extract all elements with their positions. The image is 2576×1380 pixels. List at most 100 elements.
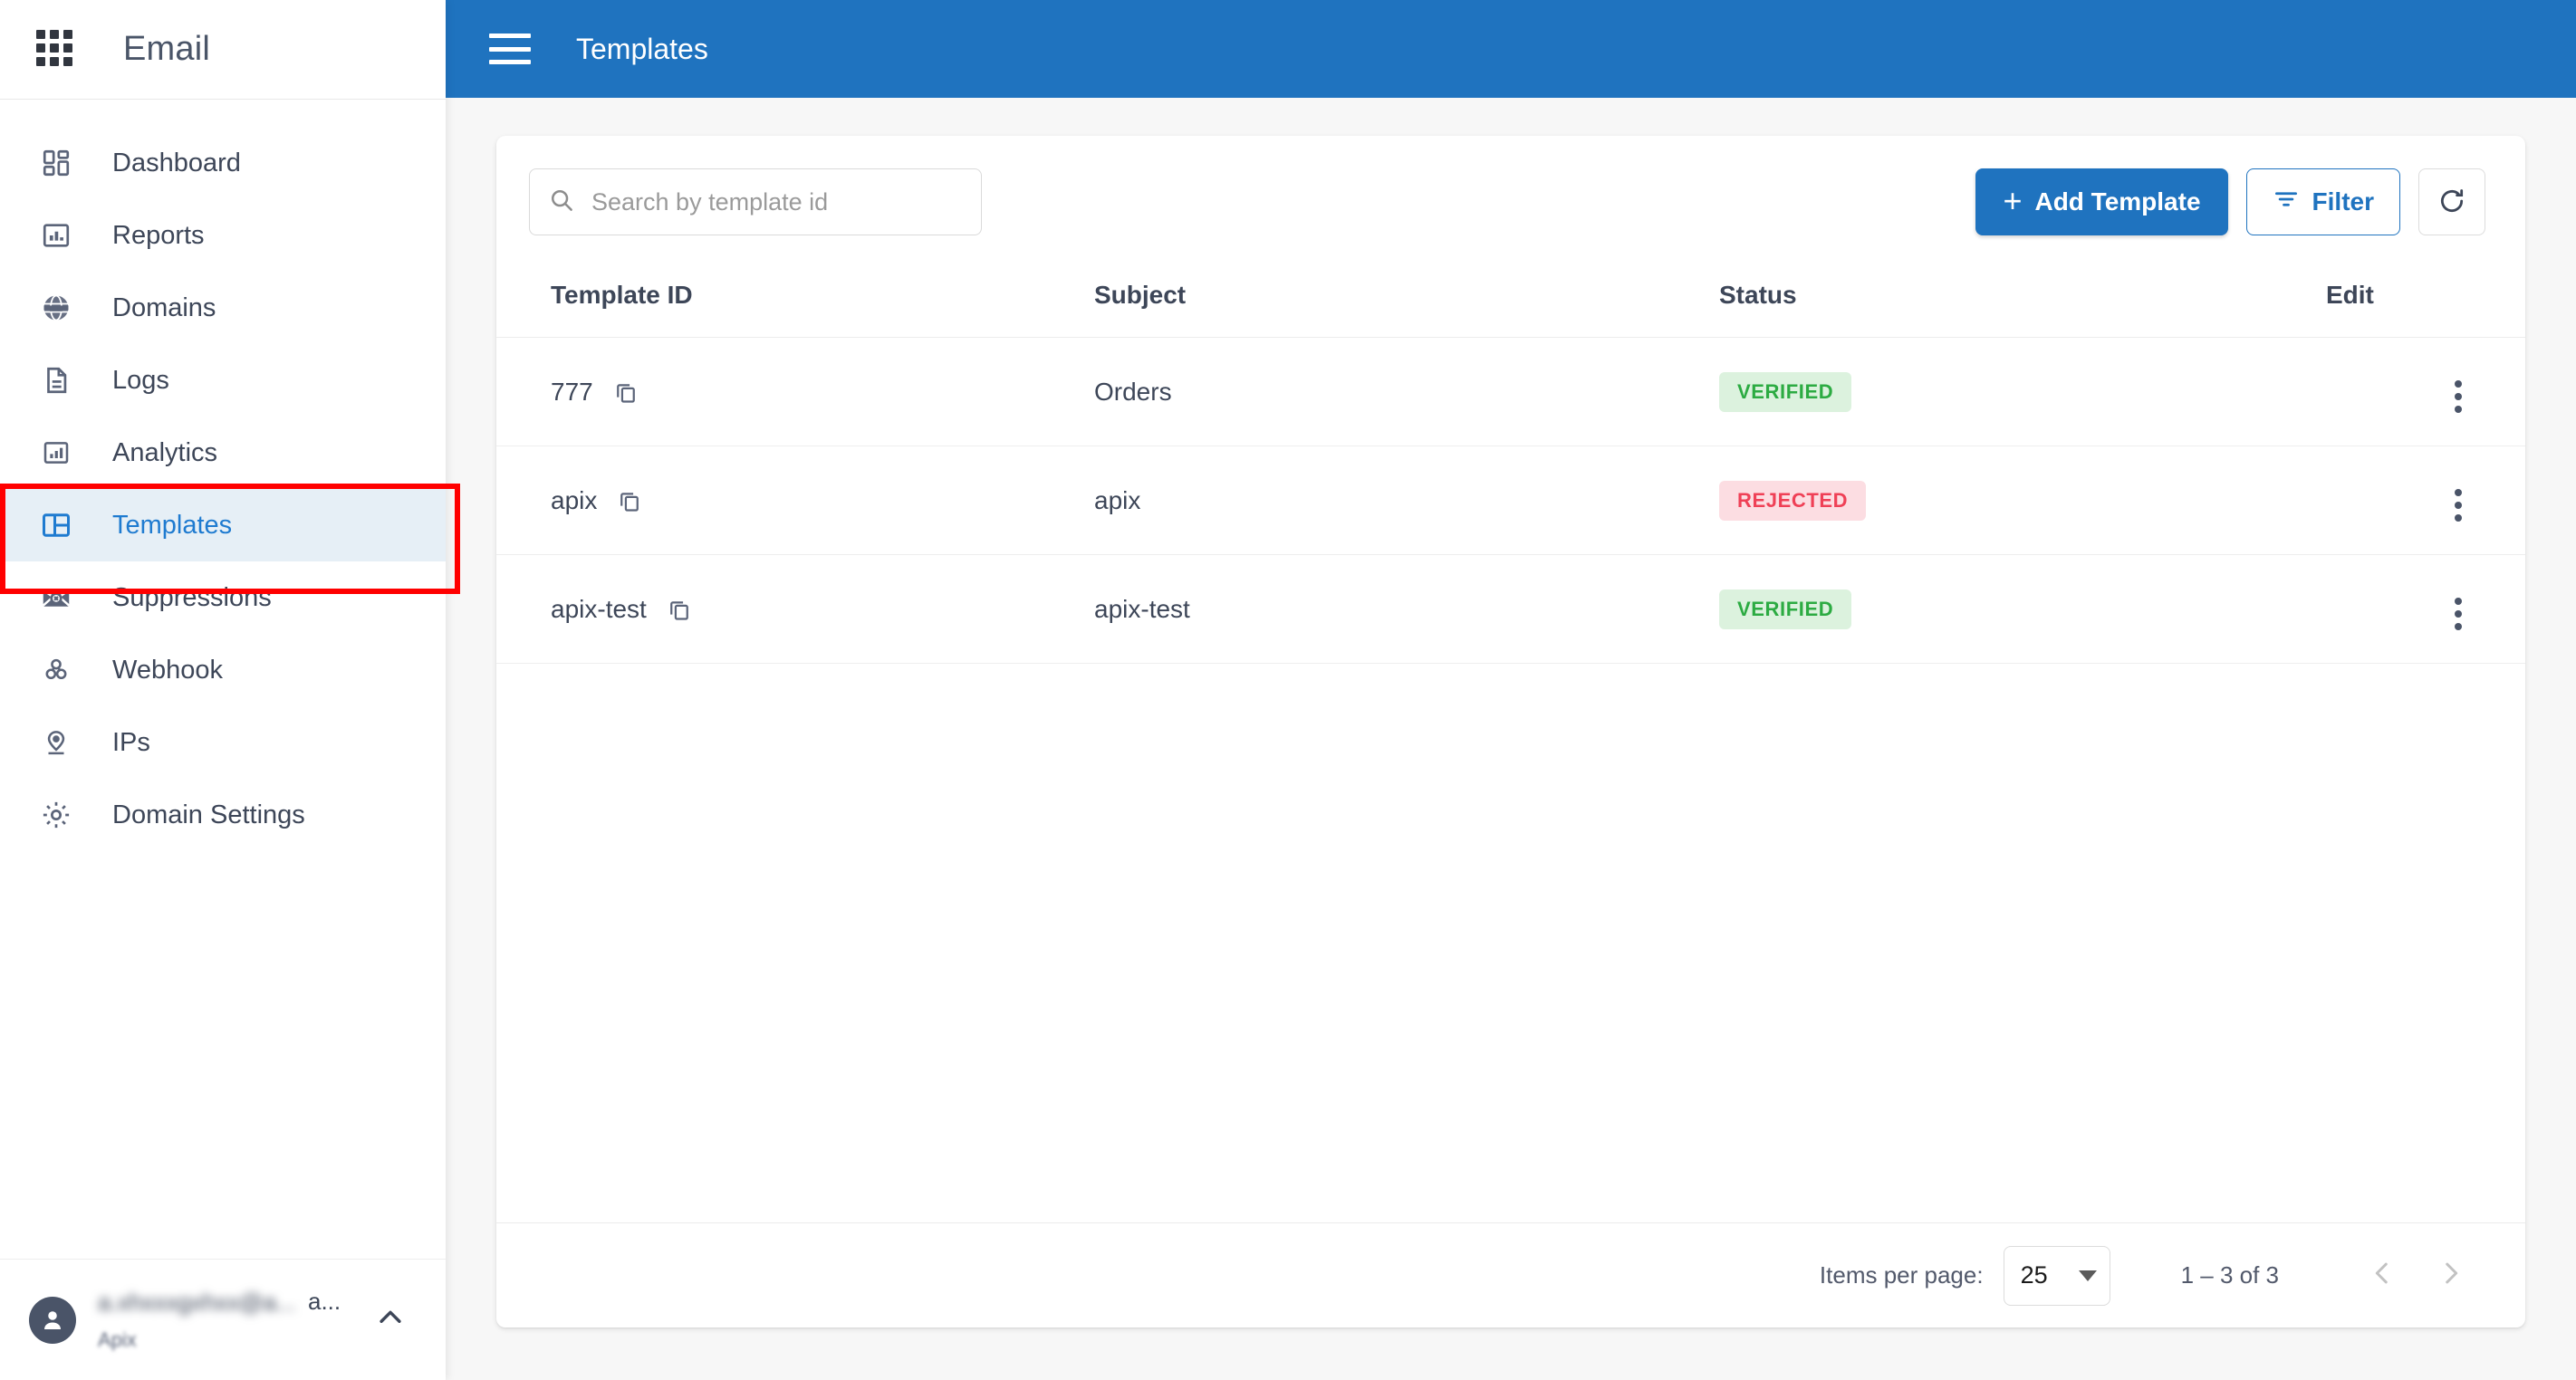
cell-status: REJECTED <box>1719 446 2326 555</box>
card-toolbar: + Add Template Filter <box>496 136 2525 261</box>
sidebar-item-label: Reports <box>112 220 205 250</box>
search-icon <box>548 187 575 218</box>
cell-edit <box>2326 554 2525 664</box>
table-head: Template ID Subject Status Edit <box>496 261 2525 338</box>
table-body: 777 Orders VERIFIED apix apix REJECTED a… <box>496 337 2525 664</box>
plus-icon: + <box>2003 181 2023 219</box>
search-box[interactable] <box>529 168 982 235</box>
main-region: Templates + <box>446 0 2576 1380</box>
sidebar-item-label: Suppressions <box>112 582 272 612</box>
user-org: Apix <box>98 1328 137 1351</box>
sidebar-item-label: Dashboard <box>112 148 241 177</box>
sidebar-item-ips[interactable]: IPs <box>0 706 446 779</box>
status-badge: VERIFIED <box>1719 371 1852 412</box>
copy-icon[interactable] <box>617 488 642 513</box>
apps-grid-icon[interactable] <box>36 29 76 70</box>
hamburger-menu-icon[interactable] <box>489 34 531 64</box>
templates-layout-icon <box>36 505 76 545</box>
refresh-icon <box>2437 187 2466 218</box>
filter-button[interactable]: Filter <box>2245 168 2400 235</box>
column-header-template-id: Template ID <box>496 261 1094 338</box>
user-meta: a.xhxxxgxhxx@a... a... Apix <box>98 1288 375 1352</box>
items-per-page-label: Items per page: <box>1819 1261 1984 1289</box>
cell-subject: apix-test <box>1094 554 1719 664</box>
sidebar-item-analytics[interactable]: Analytics <box>0 417 446 489</box>
globe-icon: www <box>36 288 76 328</box>
cell-template-id: 777 <box>496 337 1094 446</box>
user-profile-row[interactable]: a.xhxxxgxhxx@a... a... Apix <box>0 1259 446 1380</box>
sidebar-item-domains[interactable]: www Domains <box>0 272 446 344</box>
sidebar-item-reports[interactable]: Reports <box>0 199 446 272</box>
user-name: a.xhxxxgxhxx@a... <box>98 1289 296 1316</box>
sidebar-item-label: Templates <box>112 510 233 540</box>
more-vertical-icon[interactable] <box>2449 484 2467 527</box>
sidebar-item-domain-settings[interactable]: Domain Settings <box>0 779 446 851</box>
sidebar-brand-row: Email <box>0 0 446 100</box>
cell-edit <box>2326 446 2525 555</box>
brand-title: Email <box>123 30 211 68</box>
template-id-value: 777 <box>551 377 593 406</box>
sidebar-item-label: Domain Settings <box>112 800 305 829</box>
table-row[interactable]: apix-test apix-test VERIFIED <box>496 554 2525 664</box>
sidebar-item-dashboard[interactable]: Dashboard <box>0 127 446 199</box>
pagination-range-label: 1 – 3 of 3 <box>2180 1261 2279 1289</box>
next-page-button[interactable] <box>2417 1241 2485 1310</box>
add-template-button[interactable]: + Add Template <box>1975 168 2228 235</box>
previous-page-button[interactable] <box>2348 1241 2417 1310</box>
sidebar-item-webhook[interactable]: Webhook <box>0 634 446 706</box>
cell-subject: apix <box>1094 446 1719 555</box>
toolbar-actions: + Add Template Filter <box>1975 168 2485 235</box>
sidebar-item-suppressions[interactable]: Suppressions <box>0 561 446 634</box>
more-vertical-icon[interactable] <box>2449 592 2467 636</box>
chevron-up-icon[interactable] <box>375 1302 406 1337</box>
location-pin-icon <box>36 723 76 762</box>
top-app-bar: Templates <box>446 0 2576 98</box>
envelope-x-icon <box>36 578 76 618</box>
more-vertical-icon[interactable] <box>2449 375 2467 418</box>
template-id-value: apix-test <box>551 594 647 623</box>
table-empty-space <box>496 664 2525 1222</box>
sidebar-item-label: Domains <box>112 292 216 322</box>
filter-label: Filter <box>2312 187 2374 216</box>
sidebar-nav: Dashboard Reports www Domains Logs Analy… <box>0 100 446 1259</box>
templates-card: + Add Template Filter <box>496 136 2525 1327</box>
pagination-footer: Items per page: 25 1 – 3 of 3 <box>496 1222 2525 1327</box>
add-template-label: Add Template <box>2034 187 2201 216</box>
app-root: Email Dashboard Reports www Domains Logs… <box>0 0 2576 1380</box>
chevron-down-icon <box>2078 1270 2097 1281</box>
filter-icon <box>2273 186 2300 219</box>
sidebar-item-label: IPs <box>112 727 150 757</box>
cell-template-id: apix <box>496 446 1094 555</box>
table-row[interactable]: apix apix REJECTED <box>496 446 2525 555</box>
copy-icon[interactable] <box>613 379 639 405</box>
avatar <box>29 1296 76 1344</box>
cell-status: VERIFIED <box>1719 554 2326 664</box>
items-per-page-value: 25 <box>2020 1261 2048 1289</box>
document-icon <box>36 360 76 400</box>
webhook-icon <box>36 650 76 690</box>
cell-subject: Orders <box>1094 337 1719 446</box>
svg-text:www: www <box>49 305 62 311</box>
page-title: Templates <box>576 32 708 65</box>
sidebar-item-logs[interactable]: Logs <box>0 344 446 417</box>
gear-icon <box>36 795 76 835</box>
template-id-value: apix <box>551 485 598 514</box>
search-input[interactable] <box>591 187 963 216</box>
table-header-row: Template ID Subject Status Edit <box>496 261 2525 338</box>
sidebar-item-templates[interactable]: Templates <box>0 489 446 561</box>
column-header-subject: Subject <box>1094 261 1719 338</box>
status-badge: VERIFIED <box>1719 589 1852 629</box>
sidebar-item-label: Webhook <box>112 655 223 685</box>
sidebar-item-label: Analytics <box>112 437 218 467</box>
column-header-status: Status <box>1719 261 2326 338</box>
sidebar: Email Dashboard Reports www Domains Logs… <box>0 0 460 1380</box>
templates-table: Template ID Subject Status Edit 777 Orde… <box>496 261 2525 664</box>
copy-icon[interactable] <box>667 597 692 622</box>
refresh-button[interactable] <box>2418 168 2485 235</box>
cell-status: VERIFIED <box>1719 337 2326 446</box>
items-per-page-select[interactable]: 25 <box>2003 1245 2110 1306</box>
column-header-edit: Edit <box>2326 261 2525 338</box>
chevron-left-icon <box>2367 1258 2398 1293</box>
table-row[interactable]: 777 Orders VERIFIED <box>496 337 2525 446</box>
reports-bar-chart-icon <box>36 216 76 255</box>
